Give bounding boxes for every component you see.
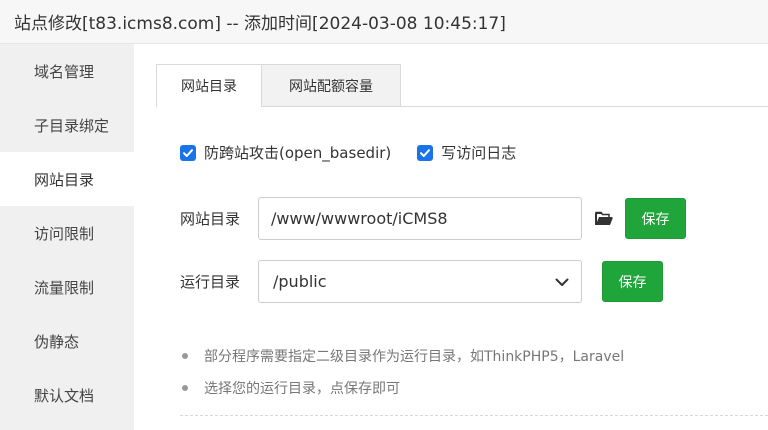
options-row: 防跨站攻击(open_basedir) 写访问日志 [180, 142, 542, 163]
tab-label: 网站配额容量 [289, 78, 373, 95]
folder-open-icon[interactable] [594, 210, 614, 228]
sidebar-item-site-directory[interactable]: 网站目录 [0, 152, 134, 206]
tab-bar: 网站目录 网站配额容量 [156, 64, 768, 107]
main-panel: 网站目录 网站配额容量 防跨站攻击(open_basedir) 写访问日志 网站… [134, 44, 768, 430]
sidebar-item-label: 默认文档 [34, 386, 95, 405]
window-title: 站点修改[t83.icms8.com] -- 添加时间[2024-03-08 1… [14, 14, 506, 34]
sidebar-item-subdir-binding[interactable]: 子目录绑定 [0, 98, 134, 152]
access-log-label: 写访问日志 [441, 144, 517, 162]
checkbox-checked-icon[interactable] [180, 144, 196, 161]
list-item: 部分程序需要指定二级目录作为运行目录，如ThinkPHP5，Laravel [180, 340, 760, 372]
sidebar-item-default-doc[interactable]: 默认文档 [0, 368, 134, 422]
open-basedir-checkbox[interactable]: 防跨站攻击(open_basedir) [180, 142, 391, 163]
tab-site-directory[interactable]: 网站目录 [156, 64, 262, 107]
run-dir-select[interactable]: /public [258, 260, 582, 303]
site-dir-save-button[interactable]: 保存 [625, 198, 686, 239]
open-basedir-label: 防跨站攻击(open_basedir) [204, 144, 392, 162]
tab-label: 网站目录 [181, 79, 237, 95]
sidebar-item-traffic-limit[interactable]: 流量限制 [0, 260, 134, 314]
sidebar-item-label: 流量限制 [34, 278, 95, 297]
sidebar: 域名管理 子目录绑定 网站目录 访问限制 流量限制 伪静态 默认文档 [0, 44, 134, 430]
run-dir-row: 运行目录 /public 保存 [180, 260, 663, 303]
list-item: 选择您的运行目录，点保存即可 [180, 372, 760, 404]
sidebar-item-rewrite[interactable]: 伪静态 [0, 314, 134, 368]
bullet-icon [182, 385, 188, 391]
run-dir-save-button[interactable]: 保存 [602, 261, 663, 302]
sidebar-item-domain[interactable]: 域名管理 [0, 44, 134, 98]
help-notes: 部分程序需要指定二级目录作为运行目录，如ThinkPHP5，Laravel 选择… [180, 340, 760, 404]
checkbox-checked-icon[interactable] [417, 144, 434, 161]
window-title-bar: 站点修改[t83.icms8.com] -- 添加时间[2024-03-08 1… [0, 0, 768, 44]
bullet-icon [182, 353, 188, 359]
sidebar-item-label: 域名管理 [34, 62, 95, 81]
access-log-checkbox[interactable]: 写访问日志 [417, 142, 516, 163]
note-text: 部分程序需要指定二级目录作为运行目录，如ThinkPHP5，Laravel [204, 349, 625, 365]
divider [180, 415, 768, 416]
note-text: 选择您的运行目录，点保存即可 [204, 381, 400, 397]
tab-quota[interactable]: 网站配额容量 [262, 64, 401, 106]
sidebar-item-label: 访问限制 [34, 224, 95, 243]
site-dir-row: 网站目录 /www/wwwroot/iCMS8 保存 [180, 197, 686, 240]
sidebar-item-access-limit[interactable]: 访问限制 [0, 206, 134, 260]
run-dir-selected-value: /public [273, 272, 327, 291]
sidebar-item-label: 子目录绑定 [34, 116, 110, 135]
run-dir-label: 运行目录 [180, 273, 241, 291]
chevron-down-icon [555, 272, 569, 291]
sidebar-item-label: 伪静态 [34, 332, 80, 351]
site-dir-label: 网站目录 [180, 210, 241, 228]
sidebar-item-label: 网站目录 [34, 170, 95, 189]
site-dir-input[interactable]: /www/wwwroot/iCMS8 [258, 197, 582, 240]
